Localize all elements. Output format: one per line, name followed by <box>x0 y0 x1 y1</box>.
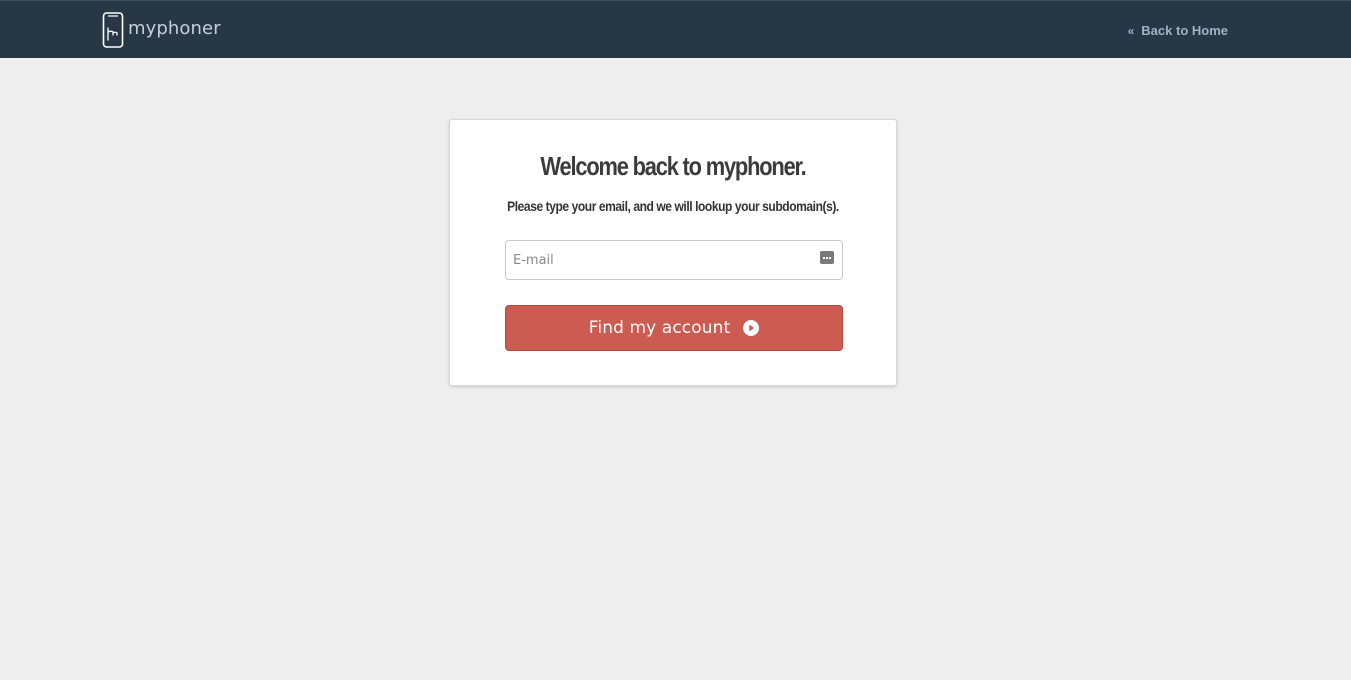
back-to-home-link[interactable]: « Back to Home <box>1128 23 1228 38</box>
page-subtitle: Please type your email, and we will look… <box>507 198 839 214</box>
logo-text: myphoner <box>128 17 221 39</box>
find-my-account-label: Find my account <box>588 318 731 338</box>
autofill-key-icon[interactable] <box>820 251 834 264</box>
phone-logo-icon <box>102 12 124 48</box>
account-lookup-card: Welcome back to myphoner. Please type yo… <box>449 119 897 386</box>
top-navbar: myphoner « Back to Home <box>0 0 1351 58</box>
page-title: Welcome back to myphoner. <box>540 151 806 181</box>
double-chevron-left-icon: « <box>1127 23 1135 38</box>
play-circle-icon <box>743 320 760 336</box>
logo-link[interactable]: myphoner <box>102 12 221 48</box>
find-my-account-button[interactable]: Find my account <box>505 305 843 351</box>
back-to-home-label: Back to Home <box>1141 23 1228 38</box>
email-field[interactable] <box>505 240 843 280</box>
